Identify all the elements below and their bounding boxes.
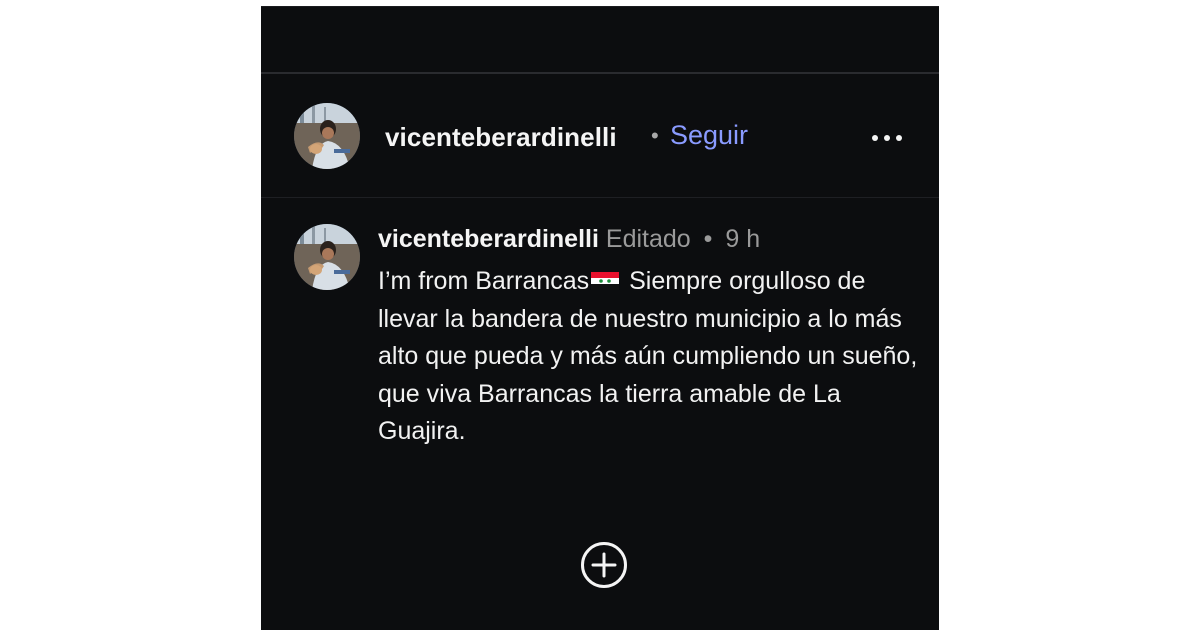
post-panel: vicenteberardinelli • Seguir vicentebera… <box>261 6 939 630</box>
avatar-photo-icon <box>294 103 360 169</box>
header-divider <box>261 197 939 198</box>
comment-text-part-1: I’m from Barrancas <box>378 267 590 295</box>
more-horizontal-icon <box>872 135 902 141</box>
avatar-photo-icon <box>294 224 360 290</box>
follow-button[interactable]: Seguir <box>670 120 748 151</box>
comment-avatar[interactable] <box>294 224 360 290</box>
separator-dot: • <box>703 225 713 253</box>
post-header: vicenteberardinelli • Seguir <box>261 74 939 197</box>
separator-dot: • <box>651 123 659 148</box>
edited-label: Editado <box>605 225 691 253</box>
load-more-comments-button[interactable] <box>579 540 629 590</box>
top-empty-band <box>261 6 939 73</box>
comment-username[interactable]: vicenteberardinelli <box>378 225 599 253</box>
comment-timestamp[interactable]: 9 h <box>725 225 760 253</box>
comment-meta: vicenteberardinelli Editado • 9 h <box>378 225 760 254</box>
more-options-button[interactable] <box>867 126 907 150</box>
avatar[interactable] <box>294 103 360 169</box>
comment-text: I’m from Barrancas Siempre orgulloso de … <box>378 263 923 451</box>
plus-circle-icon <box>581 542 627 588</box>
syria-flag-emoji-icon <box>591 272 620 290</box>
author-username[interactable]: vicenteberardinelli <box>385 122 617 153</box>
